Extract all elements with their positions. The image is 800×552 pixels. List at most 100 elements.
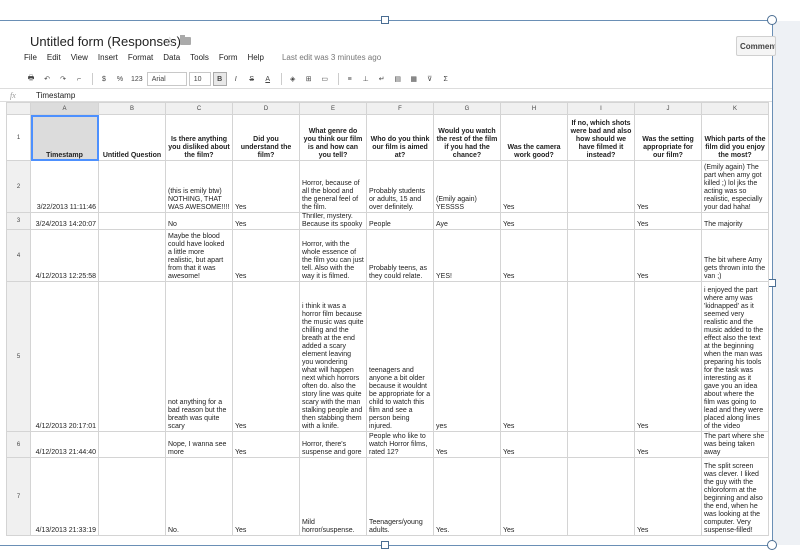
table-cell[interactable] — [98, 457, 166, 536]
table-cell[interactable]: not anything for a bad reason but the br… — [165, 281, 233, 432]
table-cell[interactable]: Teenagers/young adults. — [366, 457, 434, 536]
column-header-c[interactable]: C — [165, 102, 233, 115]
row-header[interactable]: 2 — [6, 160, 31, 213]
star-icon[interactable]: ☆ — [164, 34, 176, 50]
table-cell[interactable] — [567, 431, 635, 458]
table-cell[interactable] — [567, 160, 635, 213]
wrap-text-icon[interactable]: ↵ — [375, 72, 389, 86]
resize-handle-right[interactable] — [768, 279, 776, 287]
table-cell[interactable]: Yes — [232, 229, 300, 282]
table-cell[interactable] — [98, 431, 166, 458]
menu-form[interactable]: Form — [219, 52, 238, 66]
table-cell[interactable]: Yes — [500, 457, 568, 536]
menu-view[interactable]: View — [71, 52, 88, 66]
align-horizontal-icon[interactable]: ≡ — [343, 72, 357, 86]
column-header-g[interactable]: G — [433, 102, 501, 115]
column-header-e[interactable]: E — [299, 102, 367, 115]
table-cell[interactable] — [98, 160, 166, 213]
menu-file[interactable]: File — [24, 52, 37, 66]
undo-icon[interactable]: ↶ — [40, 72, 54, 86]
table-cell[interactable] — [567, 229, 635, 282]
document-title[interactable]: Untitled form (Responses) — [30, 34, 181, 49]
resize-handle-bottom[interactable] — [381, 541, 389, 549]
header-cell[interactable]: Which parts of the film did you enjoy th… — [701, 114, 769, 161]
percent-format-button[interactable]: % — [113, 72, 127, 86]
table-cell[interactable]: Yes — [500, 160, 568, 213]
table-cell[interactable]: Probably teens, as they could relate. — [366, 229, 434, 282]
table-cell[interactable] — [567, 457, 635, 536]
table-cell[interactable]: Aye — [433, 212, 501, 230]
table-cell[interactable]: Yes. — [433, 457, 501, 536]
text-color-button[interactable]: A — [261, 72, 275, 86]
table-cell[interactable] — [567, 212, 635, 230]
menu-tools[interactable]: Tools — [190, 52, 209, 66]
select-all-corner[interactable] — [6, 102, 31, 115]
number-format-dropdown[interactable]: 123 — [129, 72, 145, 86]
header-cell[interactable]: Timestamp — [30, 114, 99, 161]
column-header-h[interactable]: H — [500, 102, 568, 115]
column-header-f[interactable]: F — [366, 102, 434, 115]
table-cell[interactable]: No. — [165, 457, 233, 536]
filter-icon[interactable]: ⊽ — [423, 72, 437, 86]
table-cell[interactable]: 3/24/2013 14:20:07 — [30, 212, 99, 230]
table-cell[interactable]: Yes — [500, 212, 568, 230]
paint-format-icon[interactable]: ⌐ — [72, 72, 86, 86]
table-cell[interactable]: Yes — [634, 229, 702, 282]
column-header-d[interactable]: D — [232, 102, 300, 115]
functions-button[interactable]: Σ — [439, 72, 453, 86]
table-cell[interactable]: 3/22/2013 11:11:46 — [30, 160, 99, 213]
menu-insert[interactable]: Insert — [98, 52, 118, 66]
table-cell[interactable]: teenagers and anyone a bit older because… — [366, 281, 434, 432]
row-header[interactable]: 4 — [6, 229, 31, 282]
table-cell[interactable]: 4/12/2013 20:17:01 — [30, 281, 99, 432]
print-icon[interactable]: 🖶 — [24, 72, 38, 86]
menu-help[interactable]: Help — [248, 52, 264, 66]
align-vertical-icon[interactable]: ⊥ — [359, 72, 373, 86]
table-cell[interactable]: Yes — [433, 431, 501, 458]
row-header[interactable]: 6 — [6, 431, 31, 458]
table-cell[interactable]: i enjoyed the part where amy was 'kidnap… — [701, 281, 769, 432]
table-cell[interactable]: 4/12/2013 12:25:58 — [30, 229, 99, 282]
table-cell[interactable]: Yes — [232, 160, 300, 213]
table-cell[interactable]: (Emily again) The part when amy got kill… — [701, 160, 769, 213]
table-cell[interactable]: (this is emily btw) NOTHING, THAT WAS AW… — [165, 160, 233, 213]
table-cell[interactable] — [98, 229, 166, 282]
table-cell[interactable]: (Emily again) YESSSS — [433, 160, 501, 213]
table-cell[interactable]: Yes — [634, 457, 702, 536]
row-header[interactable]: 1 — [6, 114, 31, 161]
table-cell[interactable]: Maybe the blood could have looked a litt… — [165, 229, 233, 282]
resize-handle-top-right[interactable] — [767, 15, 777, 25]
table-cell[interactable]: Yes — [634, 160, 702, 213]
row-header[interactable]: 3 — [6, 212, 31, 230]
header-cell[interactable]: What genre do you think our film is and … — [299, 114, 367, 161]
header-cell[interactable]: Was the camera work good? — [500, 114, 568, 161]
menu-format[interactable]: Format — [128, 52, 153, 66]
table-cell[interactable]: 4/12/2013 21:44:40 — [30, 431, 99, 458]
table-cell[interactable]: Horror, there's suspense and gore — [299, 431, 367, 458]
table-cell[interactable]: Probably students or adults, 15 and over… — [366, 160, 434, 213]
folder-icon[interactable] — [180, 35, 191, 45]
table-cell[interactable]: i think it was a horror film because the… — [299, 281, 367, 432]
table-cell[interactable] — [567, 281, 635, 432]
resize-handle-top[interactable] — [381, 16, 389, 24]
formula-input[interactable]: Timestamp — [26, 91, 75, 100]
row-header[interactable]: 7 — [6, 457, 31, 536]
table-cell[interactable]: 4/13/2013 21:33:19 — [30, 457, 99, 536]
table-cell[interactable]: Yes — [232, 457, 300, 536]
resize-handle-bottom-right[interactable] — [767, 540, 777, 550]
comments-button[interactable]: Comments — [736, 36, 776, 56]
table-cell[interactable]: Yes — [634, 431, 702, 458]
table-cell[interactable]: Horror, with the whole essence of the fi… — [299, 229, 367, 282]
table-cell[interactable]: People — [366, 212, 434, 230]
table-cell[interactable]: No — [165, 212, 233, 230]
table-cell[interactable]: YES! — [433, 229, 501, 282]
redo-icon[interactable]: ↷ — [56, 72, 70, 86]
column-header-b[interactable]: B — [98, 102, 166, 115]
menu-edit[interactable]: Edit — [47, 52, 61, 66]
table-cell[interactable]: The part where she was being taken away — [701, 431, 769, 458]
column-header-k[interactable]: K — [701, 102, 769, 115]
column-header-i[interactable]: I — [567, 102, 635, 115]
table-cell[interactable]: Horror, because of all the blood and the… — [299, 160, 367, 213]
table-cell[interactable]: Yes — [500, 431, 568, 458]
bold-button[interactable]: B — [212, 72, 227, 86]
